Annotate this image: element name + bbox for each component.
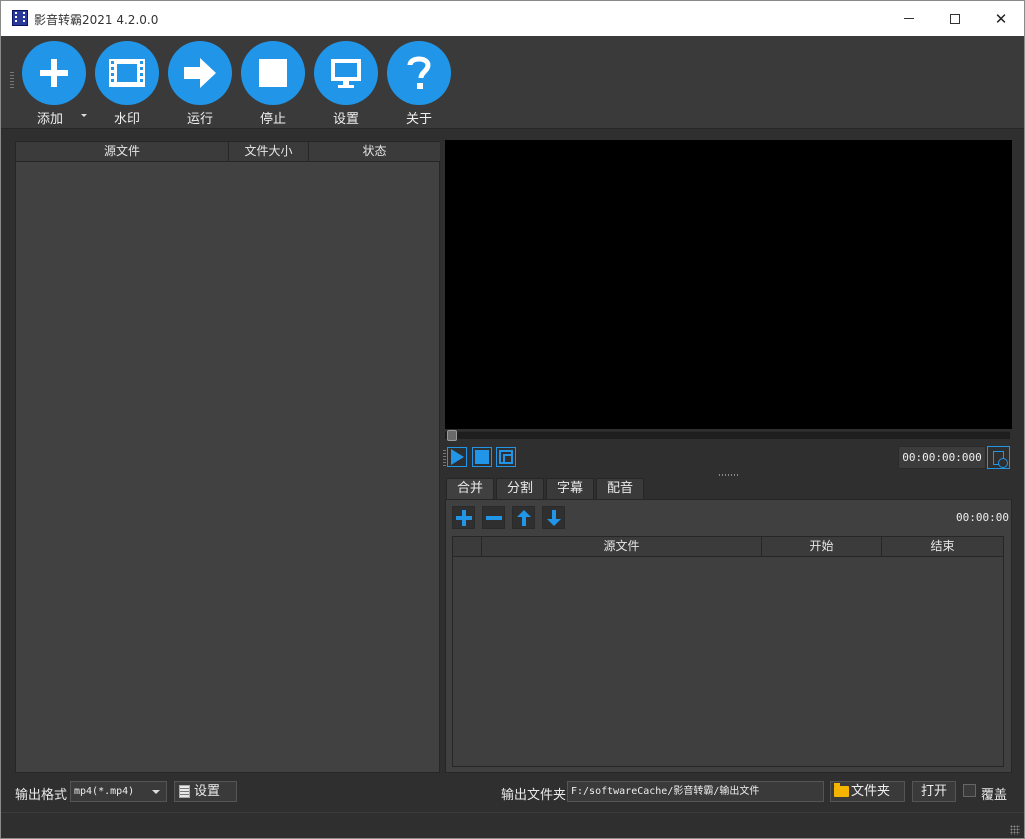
overwrite-label: 覆盖 [981, 788, 1008, 803]
fullscreen-button[interactable] [496, 447, 516, 467]
minimize-icon [904, 18, 914, 19]
clock-file-icon [993, 450, 1008, 468]
arrow-up-icon [516, 509, 532, 526]
minimize-button[interactable] [886, 1, 932, 36]
fullscreen-icon [499, 450, 513, 464]
position-time-display: 00:00:00:000 [898, 446, 986, 469]
video-preview[interactable] [445, 140, 1012, 429]
minus-icon [485, 515, 502, 520]
play-icon [450, 449, 464, 465]
tab-subtitle[interactable]: 字幕 [546, 478, 595, 500]
tab-dubbing[interactable]: 配音 [596, 478, 645, 500]
splitter-handle[interactable] [719, 474, 739, 476]
time-set-button[interactable] [987, 446, 1010, 469]
chevron-down-icon [152, 790, 160, 794]
play-button[interactable] [447, 447, 467, 467]
title-bar: 影音转霸2021 4.2.0.0 ✕ [1, 1, 1024, 36]
column-header-size[interactable]: 文件大小 [229, 142, 309, 162]
player-toolbar-grip[interactable] [443, 450, 446, 466]
close-icon: ✕ [994, 9, 1008, 28]
settings-label: 设置 [332, 112, 359, 127]
watermark-button[interactable]: 水印 [94, 41, 160, 127]
seek-bar[interactable] [445, 431, 1010, 439]
merge-total-time: 00:00:00 [956, 511, 1009, 524]
open-folder-label: 打开 [920, 784, 947, 799]
output-format-value: mp4(*.mp4) [74, 786, 135, 797]
plus-icon [455, 509, 472, 526]
merge-remove-button[interactable] [482, 506, 505, 529]
run-label: 运行 [186, 112, 213, 127]
tab-merge[interactable]: 合并 [446, 478, 495, 501]
merge-file-table[interactable]: 源文件 开始 结束 [452, 536, 1004, 767]
tab-split[interactable]: 分割 [496, 478, 545, 500]
resize-grip-icon[interactable] [1010, 825, 1020, 835]
stop-icon [475, 450, 489, 464]
column-header-source[interactable]: 源文件 [482, 537, 762, 557]
output-format-select[interactable]: mp4(*.mp4) [70, 781, 167, 802]
run-button[interactable]: 运行 [167, 41, 233, 127]
plus-icon [22, 41, 86, 105]
app-window: 影音转霸2021 4.2.0.0 ✕ 添加 水印 运行 停止 设置 关于 源文件… [0, 0, 1025, 839]
column-header-source[interactable]: 源文件 [16, 142, 229, 162]
stop-button[interactable]: 停止 [240, 41, 306, 127]
document-icon [179, 785, 190, 798]
choose-folder-label: 文件夹 [851, 784, 891, 799]
question-icon [387, 41, 451, 105]
folder-icon [834, 783, 849, 797]
about-button[interactable]: 关于 [386, 41, 452, 127]
column-header-status[interactable]: 状态 [309, 142, 440, 162]
add-label: 添加 [36, 112, 63, 127]
monitor-icon [314, 41, 378, 105]
stop-label: 停止 [259, 112, 286, 127]
film-icon [95, 41, 159, 105]
output-folder-label: 输出文件夹 [501, 788, 567, 803]
format-settings-button[interactable]: 设置 [174, 781, 237, 802]
player-stop-button[interactable] [472, 447, 492, 467]
merge-add-button[interactable] [452, 506, 475, 529]
close-button[interactable]: ✕ [978, 1, 1024, 36]
file-list-header: 源文件 文件大小 状态 [16, 142, 440, 162]
add-button[interactable]: 添加 [21, 41, 87, 127]
window-title: 影音转霸2021 4.2.0.0 [34, 13, 159, 27]
toolbar-grip[interactable] [10, 72, 14, 90]
maximize-button[interactable] [932, 1, 978, 36]
stop-icon [241, 41, 305, 105]
seek-handle[interactable] [447, 430, 457, 441]
output-path-field[interactable]: F:/softwareCache/影音转霸/输出文件 [567, 781, 824, 802]
format-settings-label: 设置 [194, 784, 221, 799]
source-file-list[interactable]: 源文件 文件大小 状态 [15, 141, 440, 773]
settings-button[interactable]: 设置 [313, 41, 379, 127]
edit-tabs: 合并 分割 字幕 配音 [446, 478, 646, 501]
about-label: 关于 [405, 112, 432, 127]
status-bar [1, 812, 1024, 838]
maximize-icon [950, 13, 960, 24]
arrow-down-icon [546, 509, 562, 526]
choose-folder-button[interactable]: 文件夹 [830, 781, 905, 802]
watermark-label: 水印 [113, 112, 140, 127]
move-down-button[interactable] [542, 506, 565, 529]
app-logo-icon [12, 10, 28, 26]
column-header-end[interactable]: 结束 [882, 537, 1003, 557]
output-format-label: 输出格式 [15, 788, 68, 803]
arrow-right-icon [168, 41, 232, 105]
main-toolbar: 添加 水印 运行 停止 设置 关于 [1, 36, 1024, 129]
open-folder-button[interactable]: 打开 [912, 781, 956, 802]
column-header-index[interactable] [453, 537, 482, 557]
column-header-start[interactable]: 开始 [762, 537, 882, 557]
overwrite-checkbox[interactable] [963, 784, 976, 797]
merge-table-header: 源文件 开始 结束 [453, 537, 1003, 557]
move-up-button[interactable] [512, 506, 535, 529]
add-dropdown-arrow-icon[interactable] [81, 114, 87, 117]
